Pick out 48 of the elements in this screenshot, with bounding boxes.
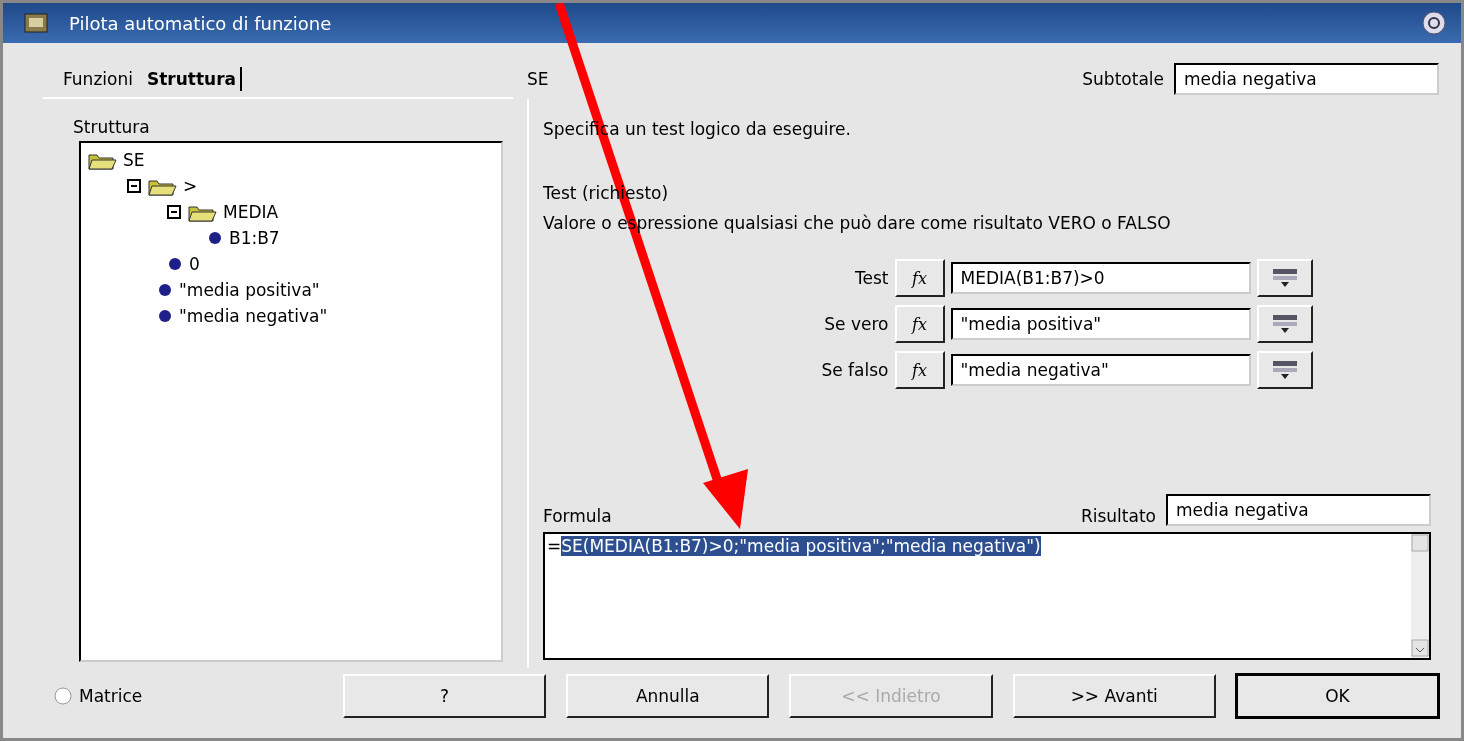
- tree-item[interactable]: 0: [189, 254, 200, 274]
- dialog-button[interactable]: ?: [343, 674, 547, 718]
- dot-icon: [167, 256, 183, 272]
- argument-field[interactable]: "media negativa": [950, 354, 1251, 386]
- argument-label: Se vero: [823, 314, 889, 334]
- shrink-button[interactable]: [1256, 259, 1313, 297]
- checkbox[interactable]: [53, 686, 73, 706]
- dot-icon: [157, 282, 173, 298]
- subtotal-field: media negativa: [1174, 63, 1439, 95]
- tree-item[interactable]: "media negativa": [179, 306, 328, 326]
- tab[interactable]: Funzioni: [59, 67, 137, 91]
- tree-item[interactable]: MEDIA: [223, 202, 279, 222]
- close-icon[interactable]: [1421, 10, 1447, 36]
- dialog-button[interactable]: Annulla: [566, 674, 770, 718]
- formula-label: Formula: [543, 506, 613, 526]
- tab[interactable]: Struttura: [142, 67, 243, 91]
- field-label: Risultato: [1080, 506, 1156, 526]
- argument-label: Se falso: [821, 360, 889, 380]
- expander-icon[interactable]: [167, 205, 181, 219]
- checkbox-label: Matrice: [79, 686, 143, 706]
- shrink-icon: [1270, 313, 1299, 335]
- field-label: Subtotale: [1082, 69, 1164, 89]
- dot-icon: [207, 230, 223, 246]
- function-button[interactable]: fx: [894, 351, 945, 389]
- argument-field[interactable]: "media positiva": [950, 308, 1251, 340]
- shrink-icon: [1270, 359, 1299, 381]
- tree-item[interactable]: SE: [123, 150, 145, 170]
- shrink-button[interactable]: [1256, 351, 1313, 389]
- structure-tree[interactable]: SE > MEDIA B1:B7 0 "media positiva" "media negativa": [79, 141, 503, 662]
- function-name: SE: [527, 69, 550, 89]
- tree-item[interactable]: "media positiva": [179, 280, 320, 300]
- expander-icon[interactable]: [127, 179, 141, 193]
- function-button[interactable]: fx: [894, 305, 945, 343]
- shrink-button[interactable]: [1256, 305, 1313, 343]
- shrink-icon: [1270, 267, 1299, 289]
- app-icon: [23, 11, 49, 35]
- tree-item[interactable]: B1:B7: [229, 228, 280, 248]
- dialog-button[interactable]: >> Avanti: [1012, 674, 1216, 718]
- argument-label: Test: [854, 268, 889, 288]
- formula-field[interactable]: =SE(MEDIA(B1:B7)>0;"media positiva";"media negativa"): [543, 532, 1431, 660]
- dot-icon: [157, 308, 173, 324]
- result-field: media negativa: [1166, 494, 1431, 526]
- argument-field[interactable]: MEDIA(B1:B7)>0: [950, 262, 1251, 294]
- dialog-button[interactable]: OK: [1235, 674, 1439, 718]
- window-title: Pilota automatico di funzione: [69, 12, 333, 34]
- function-button[interactable]: fx: [894, 259, 945, 297]
- group-label: Struttura: [73, 117, 151, 137]
- tree-item[interactable]: >: [183, 176, 198, 196]
